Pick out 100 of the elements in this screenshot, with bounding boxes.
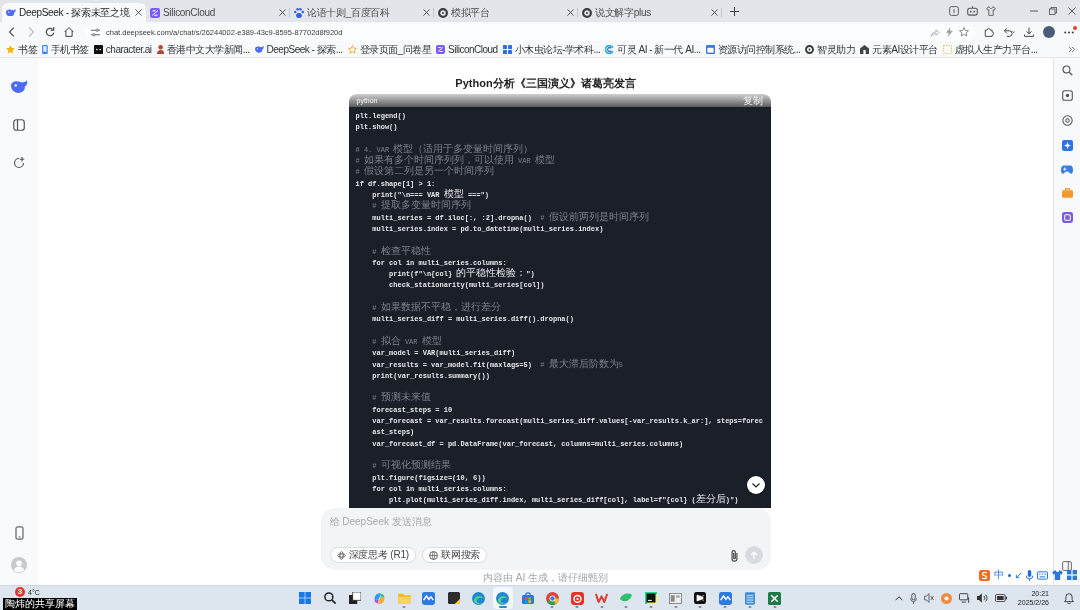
screen-share-label: 陶炜的共享屏幕: [3, 597, 77, 610]
swirl-icon: [373, 591, 387, 605]
bookmark-item[interactable]: DeepSeek - 探索...: [254, 42, 343, 57]
puzzle-icon[interactable]: [984, 27, 994, 37]
bookmark-item[interactable]: 香港中文大学新闻...: [156, 42, 250, 57]
app-tile-icon[interactable]: [1061, 212, 1073, 223]
restore-icon[interactable]: [1049, 7, 1057, 15]
grid-icon[interactable]: [1067, 570, 1077, 580]
ime-logo-icon: [979, 569, 990, 581]
mic-icon[interactable]: [909, 592, 917, 604]
swirl-icon: [605, 45, 615, 54]
home-icon[interactable]: [64, 27, 74, 37]
caret-up-icon[interactable]: [894, 595, 903, 601]
alert-badge: 3: [15, 587, 25, 597]
mode-toggle[interactable]: 联网搜索: [421, 547, 488, 563]
bot-icon[interactable]: [967, 6, 978, 16]
phone-icon[interactable]: [14, 526, 24, 540]
bookmark-item[interactable]: SiliconCloud: [436, 44, 498, 55]
bookmark-item[interactable]: 可灵 AI - 新一代 AI...: [605, 42, 701, 57]
download-icon[interactable]: [1024, 27, 1034, 37]
bookmark-item[interactable]: 元素AI设计平台: [860, 42, 938, 57]
whale-icon: [254, 46, 264, 53]
wave-tile-icon: [422, 591, 436, 605]
bolt-icon[interactable]: [946, 27, 953, 37]
square-logo-icon: [694, 592, 707, 604]
bookmark-item[interactable]: 小木虫论坛-学术科...: [502, 42, 601, 57]
shirt-icon[interactable]: [986, 6, 996, 16]
star-outline-icon[interactable]: [959, 27, 969, 37]
chat-title: Python分析《三国演义》诸葛亮发言: [455, 77, 636, 89]
close-icon[interactable]: [423, 9, 430, 16]
sparkle-tile-icon[interactable]: [1061, 140, 1073, 151]
monitor-icon[interactable]: [958, 593, 970, 603]
plus-icon[interactable]: [730, 6, 739, 16]
whale-icon[interactable]: [10, 80, 28, 93]
shirt-icon[interactable]: [1052, 570, 1063, 580]
mode-toggle[interactable]: 深度思考 (R1): [329, 547, 416, 563]
mic-icon[interactable]: [1026, 569, 1033, 581]
browser-tab[interactable]: 模拟平台: [434, 3, 578, 22]
phone-icon: [42, 45, 48, 54]
chat-plus-icon[interactable]: [13, 157, 25, 169]
volume-icon[interactable]: [976, 593, 988, 603]
close-icon[interactable]: [567, 9, 574, 16]
target-icon[interactable]: [1061, 115, 1073, 126]
ring-icon: [438, 7, 448, 18]
disc-icon[interactable]: [940, 592, 952, 604]
bell-icon[interactable]: [1064, 592, 1074, 604]
browser-tab[interactable]: 论语十则_百度百科: [290, 3, 434, 22]
panel-toggle-icon[interactable]: [1062, 561, 1072, 571]
grid-icon: [502, 45, 512, 54]
bookmark-item[interactable]: 虚拟人生产力平台...: [942, 42, 1038, 57]
sidebar-panel-icon[interactable]: [13, 119, 25, 131]
gamepad-icon[interactable]: [1061, 165, 1073, 174]
arrow-up-icon: [749, 550, 758, 560]
wave-circle-icon: [496, 591, 510, 605]
ring-icon: [805, 45, 815, 54]
bookmark-item[interactable]: 登录页面_问卷星: [347, 42, 432, 57]
window-stack-icon: [348, 592, 361, 604]
arrow-icon[interactable]: [1015, 571, 1022, 579]
sliders-icon[interactable]: [91, 27, 100, 37]
browser-tab[interactable]: 说文解字plus: [578, 3, 722, 22]
bookmark-item[interactable]: 智灵助力: [805, 42, 856, 57]
reload-icon[interactable]: [45, 27, 55, 37]
close-icon[interactable]: [135, 9, 142, 16]
window-icon: [705, 45, 715, 54]
scroll-down-button[interactable]: [746, 476, 765, 494]
message-input[interactable]: 给 DeepSeek 发送消息: [329, 514, 763, 529]
code-tile-icon: [645, 592, 658, 604]
close-icon[interactable]: [711, 9, 718, 16]
paw-icon: [294, 7, 304, 18]
bookmark-item[interactable]: 书签: [6, 42, 37, 57]
ring-icon: [582, 7, 592, 18]
globe-icon: [428, 550, 438, 560]
keyboard-icon[interactable]: [1037, 570, 1048, 580]
tile-outline-icon[interactable]: [1061, 90, 1073, 101]
close-icon[interactable]: [279, 9, 286, 16]
browser-tab[interactable]: DeepSeek - 探索未至之境: [2, 3, 146, 22]
tab-square-icon[interactable]: [949, 6, 959, 16]
folder-icon: [397, 592, 411, 604]
battery-icon[interactable]: [994, 594, 1007, 602]
double-chevron-icon[interactable]: [1068, 46, 1076, 53]
browser-tab[interactable]: SiliconCloud: [146, 3, 290, 22]
bookmark-item[interactable]: 手机书签: [42, 42, 89, 57]
search-icon[interactable]: [1061, 65, 1073, 76]
more-icon[interactable]: [1064, 30, 1074, 34]
four-squares-icon: [299, 592, 312, 604]
app-tile-icon: [436, 45, 446, 54]
speaker-muted-icon[interactable]: [923, 593, 934, 603]
bookmark-item[interactable]: 资源访问控制系统...: [705, 42, 801, 57]
close-icon[interactable]: [1068, 7, 1076, 15]
dot-icon: [1008, 573, 1011, 577]
person-icon: [156, 45, 164, 54]
avatar-icon[interactable]: [1043, 26, 1055, 38]
note-icon: [447, 592, 460, 604]
bookmark-item[interactable]: character.ai: [93, 44, 152, 55]
paperclip-icon[interactable]: [729, 548, 739, 562]
disc-tile-icon: [570, 591, 584, 605]
search-icon: [324, 592, 337, 604]
undo-arrow-icon[interactable]: [1003, 27, 1015, 37]
ime-mode-label[interactable]: 中: [994, 569, 1004, 581]
bag-icon: [521, 592, 534, 604]
